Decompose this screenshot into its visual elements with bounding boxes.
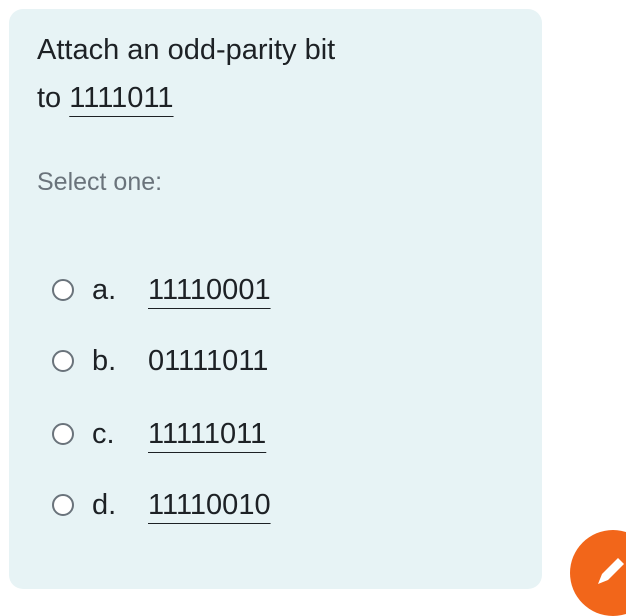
option-d[interactable]: d. 11110010: [52, 485, 271, 525]
option-b-value[interactable]: 01111011: [148, 345, 268, 378]
option-c[interactable]: c. 11111011: [52, 414, 266, 454]
option-b[interactable]: b. 01111011: [52, 341, 268, 381]
option-c-letter: c.: [92, 417, 115, 450]
option-b-letter: b.: [92, 344, 117, 377]
option-c-value[interactable]: 11111011: [148, 418, 266, 451]
question-number: 1111011: [69, 82, 174, 114]
option-a-letter: a.: [92, 273, 117, 306]
radio-button-a[interactable]: [52, 279, 74, 301]
question-line-1: Attach an odd-parity bit: [37, 34, 336, 66]
question-line-2: to 1111011: [37, 74, 335, 122]
radio-button-d[interactable]: [52, 494, 74, 516]
option-d-value[interactable]: 11110010: [148, 489, 271, 522]
question-text: Attach an odd-parity bit to 1111011: [37, 26, 335, 122]
question-prefix: to: [37, 82, 62, 114]
option-d-letter: d.: [92, 488, 117, 521]
option-a[interactable]: a. 11110001: [52, 270, 271, 310]
pencil-icon: [598, 558, 624, 584]
option-a-value[interactable]: 11110001: [148, 274, 271, 307]
edit-fab-button[interactable]: [570, 530, 626, 616]
select-one-label: Select one:: [37, 168, 163, 196]
radio-button-b[interactable]: [52, 350, 74, 372]
radio-button-c[interactable]: [52, 423, 74, 445]
